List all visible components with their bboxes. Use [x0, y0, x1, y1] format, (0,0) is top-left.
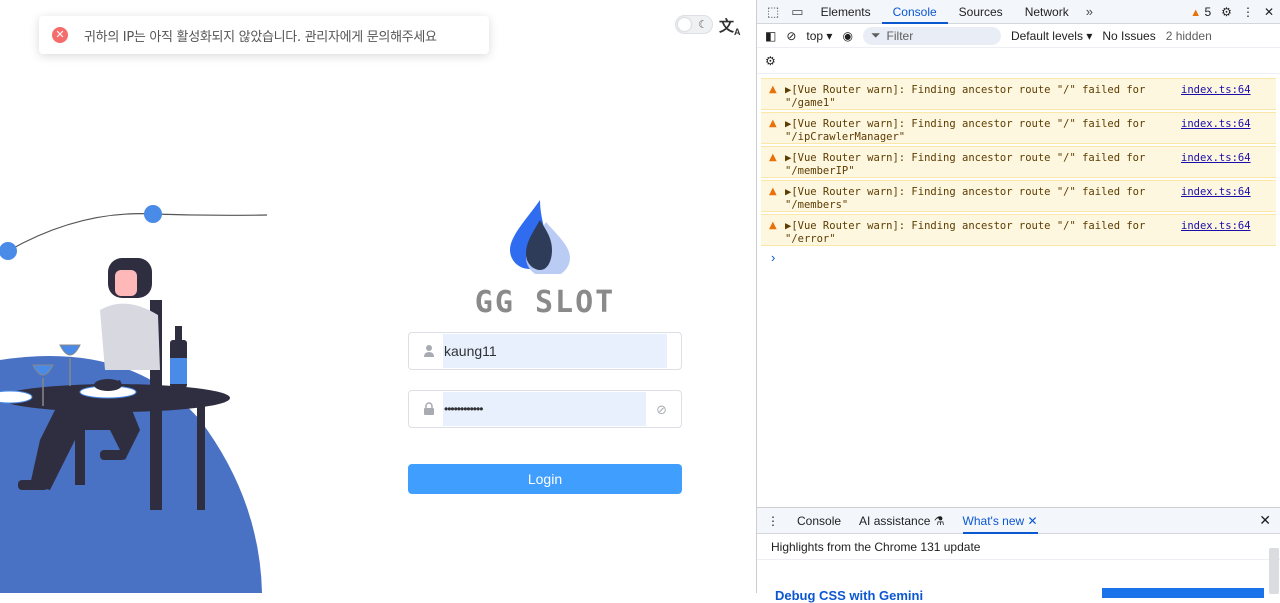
- theme-toggle[interactable]: ☾: [675, 15, 713, 34]
- filter-input[interactable]: ⏷ Filter: [862, 26, 1001, 45]
- issues-button[interactable]: No Issues: [1102, 29, 1155, 43]
- ai-assistance-label: AI assistance: [859, 513, 931, 528]
- warning-icon: ▲: [769, 186, 777, 197]
- user-icon: [424, 345, 434, 357]
- warning-count: 5: [1204, 5, 1212, 19]
- tab-network[interactable]: Network: [1014, 0, 1080, 24]
- lock-icon: [424, 402, 434, 415]
- close-icon[interactable]: ✕: [1264, 5, 1274, 19]
- message-route: "/game1": [785, 97, 836, 109]
- message-route: "/members": [785, 199, 849, 211]
- source-link[interactable]: index.ts:64: [1181, 118, 1251, 130]
- eye-icon[interactable]: ◉: [842, 29, 852, 43]
- close-circle-icon: ✕: [52, 27, 68, 43]
- clear-console-icon[interactable]: ⊘: [786, 29, 796, 43]
- tab-console[interactable]: Console: [881, 0, 948, 24]
- whats-new-image: [1102, 588, 1264, 598]
- whats-new-label: What's new: [962, 513, 1025, 528]
- source-link[interactable]: index.ts:64: [1181, 186, 1251, 198]
- password-input[interactable]: ••••••••••••: [444, 402, 483, 416]
- whats-new-highlights: Highlights from the Chrome 131 update: [757, 534, 1280, 560]
- error-toast: ✕ 귀하의 IP는 아직 활성화되지 않았습니다. 관리자에게 문의해주세요: [39, 16, 489, 54]
- devtools-drawer: ⋮ Console AI assistance ⚗ What's new ✕ ✕…: [757, 507, 1280, 603]
- password-field[interactable]: •••••••••••• ⊘: [408, 390, 682, 428]
- drawer-tab-ai-assistance[interactable]: AI assistance ⚗: [859, 514, 944, 528]
- more-tabs-icon[interactable]: »: [1080, 4, 1099, 19]
- drawer-tab-whats-new[interactable]: What's new ✕: [962, 508, 1038, 534]
- console-prompt[interactable]: ›: [761, 250, 1276, 265]
- translate-icon[interactable]: 文A: [719, 15, 741, 37]
- tab-elements[interactable]: Elements: [810, 0, 882, 24]
- levels-select[interactable]: Default levels ▾: [1011, 29, 1092, 43]
- warning-icon: ▲: [769, 220, 777, 231]
- message-route: "/memberIP": [785, 165, 855, 177]
- devtools-tabbar: ⬚ ▭ Elements Console Sources Network » ▲…: [757, 0, 1280, 24]
- tab-sources[interactable]: Sources: [948, 0, 1014, 24]
- toggle-knob: [678, 18, 691, 31]
- inspect-icon[interactable]: ⬚: [761, 4, 785, 20]
- whats-new-headline[interactable]: Debug CSS with Gemini: [775, 588, 923, 603]
- console-messages: ▲ ▶[Vue Router warn]: Finding ancestor r…: [757, 74, 1280, 265]
- moon-icon: ☾: [698, 19, 708, 31]
- drawer-close-icon[interactable]: ✕: [1259, 512, 1271, 529]
- console-warning[interactable]: ▲ ▶[Vue Router warn]: Finding ancestor r…: [761, 146, 1276, 178]
- devtools-actions: ▲ 5 ⚙ ⋮ ✕: [1190, 0, 1274, 24]
- warning-icon: ▲: [1190, 7, 1202, 19]
- console-warning[interactable]: ▲ ▶[Vue Router warn]: Finding ancestor r…: [761, 214, 1276, 246]
- brand-title: GG SLOT: [474, 285, 616, 320]
- hidden-count: 2 hidden: [1165, 28, 1212, 43]
- drawer-scrollbar[interactable]: [1269, 548, 1279, 594]
- source-link[interactable]: index.ts:64: [1181, 220, 1251, 232]
- source-link[interactable]: index.ts:64: [1181, 152, 1251, 164]
- drawer-tab-console[interactable]: Console: [797, 514, 841, 528]
- console-settings-row: ⚙: [757, 48, 1280, 74]
- eye-hide-icon[interactable]: ⊘: [656, 402, 667, 418]
- drawer-tabbar: ⋮ Console AI assistance ⚗ What's new ✕ ✕: [757, 508, 1280, 534]
- console-warning[interactable]: ▲ ▶[Vue Router warn]: Finding ancestor r…: [761, 78, 1276, 110]
- device-toggle-icon[interactable]: ▭: [785, 4, 809, 20]
- message-text: ▶[Vue Router warn]: Finding ancestor rou…: [785, 220, 1146, 232]
- warning-icon: ▲: [769, 84, 777, 95]
- message-route: "/ipCrawlerManager": [785, 131, 906, 143]
- console-toolbar: ◧ ⊘ top ▾ ◉ ⏷ Filter Default levels ▾ No …: [757, 24, 1280, 48]
- devtools-panel: ⬚ ▭ Elements Console Sources Network » ▲…: [756, 0, 1280, 603]
- flask-icon: ⚗: [933, 513, 945, 528]
- kebab-menu-icon[interactable]: ⋮: [1242, 5, 1254, 19]
- message-text: ▶[Vue Router warn]: Finding ancestor rou…: [785, 84, 1146, 96]
- login-button[interactable]: Login: [408, 464, 682, 494]
- message-route: "/error": [785, 233, 836, 245]
- logo-icon: [510, 200, 570, 274]
- username-input[interactable]: kaung11: [444, 343, 497, 359]
- message-text: ▶[Vue Router warn]: Finding ancestor rou…: [785, 118, 1146, 130]
- context-label: top: [806, 28, 824, 43]
- message-text: ▶[Vue Router warn]: Finding ancestor rou…: [785, 186, 1146, 198]
- tab-close-icon[interactable]: ✕: [1028, 514, 1038, 528]
- warning-icon: ▲: [769, 118, 777, 129]
- source-link[interactable]: index.ts:64: [1181, 84, 1251, 96]
- drawer-menu-icon[interactable]: ⋮: [767, 514, 779, 528]
- warning-counter[interactable]: ▲ 5: [1190, 5, 1211, 19]
- console-warning[interactable]: ▲ ▶[Vue Router warn]: Finding ancestor r…: [761, 112, 1276, 144]
- filter-placeholder: Filter: [886, 28, 914, 43]
- console-settings-icon[interactable]: ⚙: [765, 54, 776, 68]
- login-illustration: [0, 205, 268, 593]
- sidebar-toggle-icon[interactable]: ◧: [765, 29, 776, 43]
- filter-icon: ⏷: [870, 28, 881, 42]
- console-warning[interactable]: ▲ ▶[Vue Router warn]: Finding ancestor r…: [761, 180, 1276, 212]
- toast-message: 귀하의 IP는 아직 활성화되지 않았습니다. 관리자에게 문의해주세요: [84, 29, 437, 45]
- settings-icon[interactable]: ⚙: [1221, 5, 1232, 19]
- warning-icon: ▲: [769, 152, 777, 163]
- message-text: ▶[Vue Router warn]: Finding ancestor rou…: [785, 152, 1146, 164]
- username-field[interactable]: kaung11: [408, 332, 682, 370]
- context-select[interactable]: top ▾: [806, 29, 832, 43]
- login-page: ✕ 귀하의 IP는 아직 활성화되지 않았습니다. 관리자에게 문의해주세요 ☾…: [0, 0, 756, 593]
- levels-label: Default levels: [1010, 28, 1083, 43]
